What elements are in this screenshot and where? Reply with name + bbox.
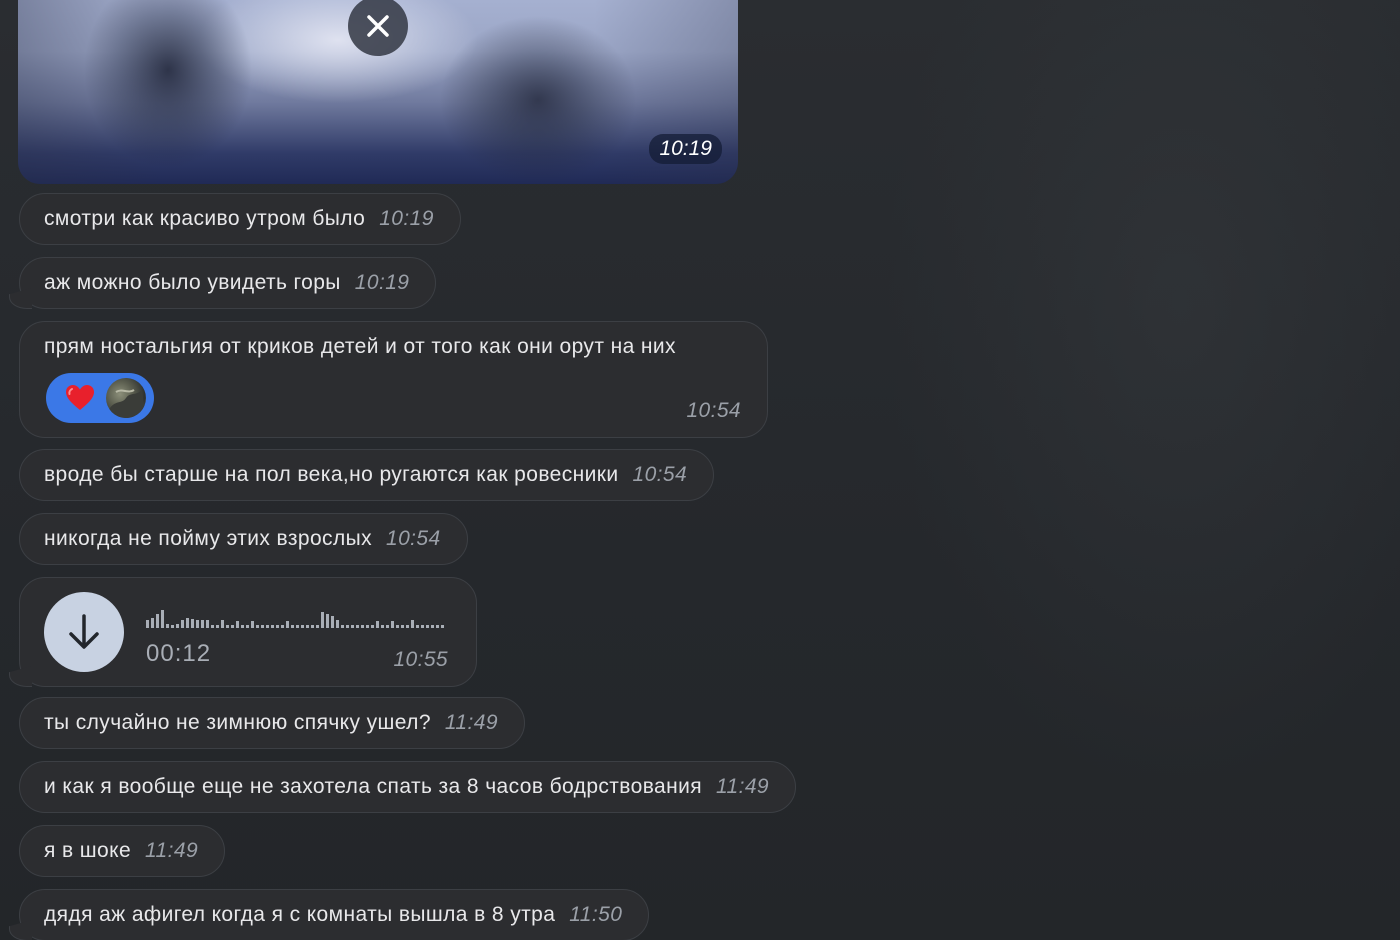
- close-icon: [367, 15, 389, 37]
- message-time: 10:19: [354, 271, 410, 294]
- message-text: аж можно было увидеть горы: [44, 271, 341, 294]
- message-time: 10:19: [649, 134, 722, 164]
- message-text: смотри как красиво утром было: [44, 207, 366, 230]
- message-time: 11:49: [145, 839, 199, 862]
- message-bubble[interactable]: дядя аж афигел когда я с комнаты вышла в…: [19, 889, 650, 940]
- download-arrow-icon: [69, 614, 99, 649]
- chat-area: 10:19 смотри как красиво утром было 10:1…: [0, 0, 1400, 940]
- download-voice-button[interactable]: [44, 592, 124, 672]
- message-time: 11:49: [444, 711, 498, 734]
- voice-waveform[interactable]: [146, 606, 446, 630]
- message-time: 10:55: [393, 648, 448, 671]
- voice-duration: 00:12: [146, 640, 212, 667]
- photo-message[interactable]: 10:19: [18, 0, 738, 184]
- message-time: 11:50: [569, 903, 623, 926]
- message-time: 10:54: [386, 527, 441, 550]
- avatar: [106, 378, 146, 418]
- message-text: дядя аж афигел когда я с комнаты вышла в…: [44, 903, 556, 926]
- message-text: вроде бы старше на пол века,но ругаются …: [44, 463, 619, 486]
- message-bubble[interactable]: смотри как красиво утром было 10:19: [19, 193, 461, 245]
- message-bubble[interactable]: я в шоке 11:49: [19, 825, 226, 877]
- message-time: 11:49: [716, 775, 770, 798]
- heart-icon: [64, 382, 96, 414]
- message-text: ты случайно не зимнюю спячку ушел?: [44, 711, 431, 734]
- message-text: я в шоке: [44, 839, 132, 862]
- message-text: и как я вообще еще не захотела спать за …: [44, 775, 703, 798]
- message-bubble[interactable]: ты случайно не зимнюю спячку ушел? 11:49: [19, 697, 525, 749]
- message-bubble[interactable]: и как я вообще еще не захотела спать за …: [19, 761, 797, 813]
- message-bubble[interactable]: аж можно было увидеть горы 10:19: [19, 257, 437, 309]
- message-time: 10:54: [686, 399, 741, 422]
- message-time: 10:54: [632, 463, 688, 486]
- reaction-badge[interactable]: [46, 373, 154, 423]
- message-text: прям ностальгия от криков детей и от тог…: [44, 335, 676, 358]
- message-text: никогда не пойму этих взрослых: [44, 527, 373, 550]
- voice-message[interactable]: 00:12 10:55: [19, 577, 477, 687]
- message-bubble[interactable]: вроде бы старше на пол века,но ругаются …: [19, 449, 715, 501]
- message-bubble[interactable]: никогда не пойму этих взрослых 10:54: [19, 513, 468, 565]
- message-time: 10:19: [379, 207, 434, 230]
- message-bubble[interactable]: прям ностальгия от криков детей и от тог…: [19, 321, 768, 438]
